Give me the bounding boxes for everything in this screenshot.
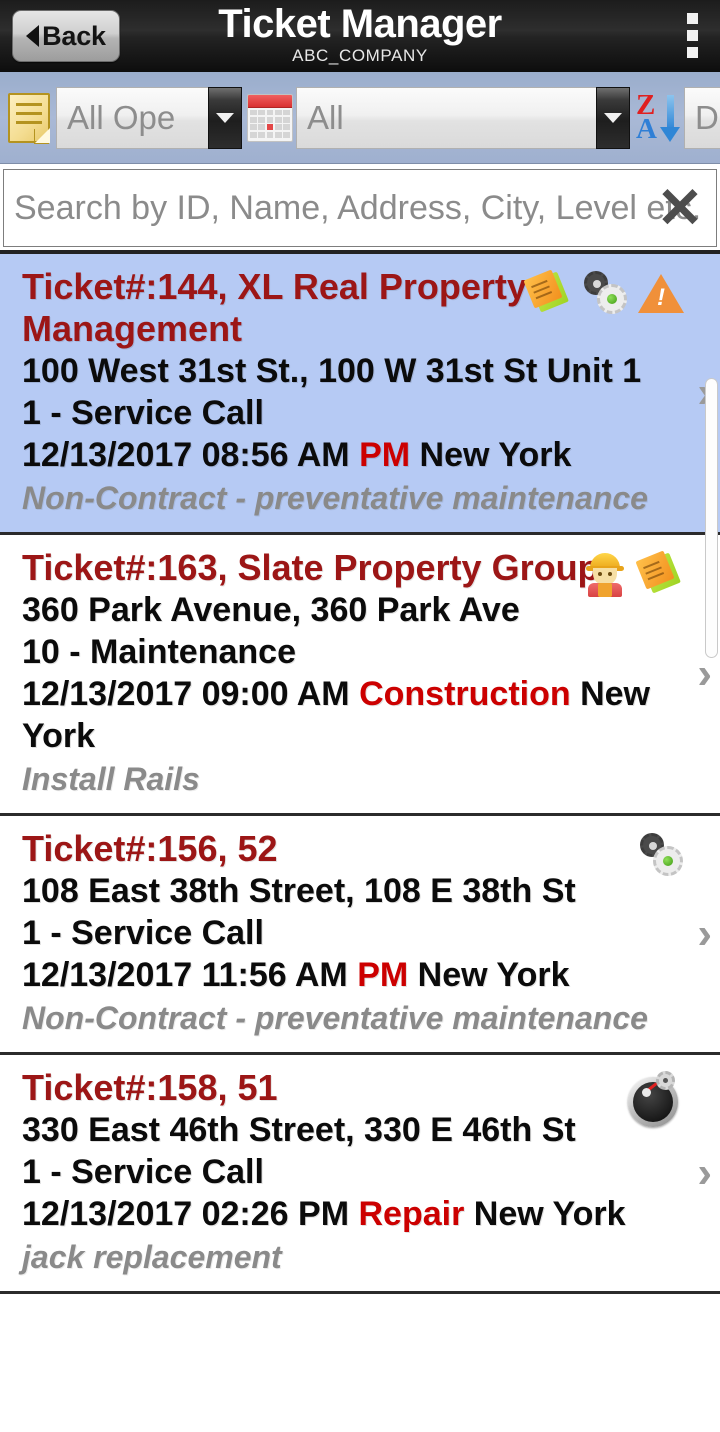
- ticket-city: New York: [417, 956, 570, 994]
- ticket-schedule: 12/13/2017 09:00 AM Construction New Yor…: [22, 673, 660, 757]
- ticket-category: PM: [359, 436, 411, 474]
- table-row[interactable]: Ticket#:156, 52 108 East 38th Street, 10…: [0, 816, 720, 1055]
- date-filter-group: All: [244, 86, 630, 149]
- ticket-note: Non-Contract - preventative maintenance: [22, 480, 648, 516]
- ticket-category: PM: [357, 956, 409, 994]
- menu-dot: [687, 30, 698, 41]
- back-button-label: Back: [42, 20, 106, 51]
- status-filter-group: All Ope: [4, 86, 242, 149]
- calendar-icon: [244, 87, 296, 149]
- ticket-note: Non-Contract - preventative maintenance: [22, 1000, 648, 1036]
- ticket-title: Ticket#:158, 51: [22, 1067, 278, 1108]
- warning-icon[interactable]: !: [638, 270, 684, 316]
- ticket-city: New York: [419, 436, 572, 474]
- table-row[interactable]: Ticket#:163, Slate Property Group 360 Pa…: [0, 535, 720, 816]
- ticket-type: 1 - Service Call: [22, 394, 264, 432]
- chevron-right-icon[interactable]: ›: [697, 652, 712, 696]
- ticket-type: 1 - Service Call: [22, 914, 264, 952]
- search-input[interactable]: [4, 188, 716, 228]
- ticket-note: jack replacement: [22, 1239, 282, 1275]
- date-filter-dropdown[interactable]: All: [296, 86, 596, 149]
- worker-icon[interactable]: [582, 551, 628, 597]
- ticket-category: Repair: [358, 1195, 465, 1233]
- ticket-address: 100 West 31st St., 100 W 31st St Unit 1: [22, 352, 642, 390]
- ticket-title: Ticket#:163, Slate Property Group: [22, 547, 600, 588]
- title-bar: Back Ticket Manager ABC_COMPANY: [0, 0, 720, 72]
- ticket-status-icons: [582, 550, 684, 597]
- more-vertical-icon[interactable]: [687, 13, 698, 58]
- gears-icon[interactable]: [582, 270, 628, 316]
- ticket-address: 108 East 38th Street, 108 E 38th St: [22, 872, 576, 910]
- ticket-list: Ticket#:144, XL Real Property Management…: [0, 254, 720, 1294]
- back-arrow-icon: [26, 25, 40, 47]
- chevron-right-icon[interactable]: ›: [697, 912, 712, 956]
- sort-za-icon: Z A: [632, 87, 684, 149]
- search-bar: ✕: [3, 169, 717, 247]
- ticket-schedule: 12/13/2017 11:56 AM PM New York: [22, 954, 660, 996]
- table-row[interactable]: Ticket#:158, 51 330 East 46th Street, 33…: [0, 1055, 720, 1294]
- ticket-status-icons: !: [523, 269, 684, 316]
- ticket-city: New York: [473, 1195, 626, 1233]
- ticket-status-icons: [626, 1071, 684, 1129]
- chevron-right-icon[interactable]: ›: [697, 1151, 712, 1195]
- note-icon[interactable]: [523, 269, 572, 316]
- clear-search-icon[interactable]: ✕: [654, 180, 706, 236]
- menu-dot: [687, 13, 698, 24]
- ticket-datetime: 12/13/2017 11:56 AM: [22, 956, 348, 994]
- ticket-datetime: 12/13/2017 02:26 PM: [22, 1195, 350, 1233]
- menu-dot: [687, 47, 698, 58]
- ticket-address: 330 East 46th Street, 330 E 46th St: [22, 1111, 576, 1149]
- table-row[interactable]: Ticket#:144, XL Real Property Management…: [0, 254, 720, 535]
- ticket-type: 1 - Service Call: [22, 1153, 264, 1191]
- note-icon[interactable]: [635, 550, 684, 597]
- sort-filter-dropdown[interactable]: Date: [684, 86, 720, 149]
- sort-filter-group: Z A Date: [632, 86, 720, 149]
- document-icon: [4, 87, 56, 149]
- status-filter-dropdown[interactable]: All Ope: [56, 86, 208, 149]
- status-filter-caret[interactable]: [208, 86, 242, 149]
- date-filter-caret[interactable]: [596, 86, 630, 149]
- ticket-type: 10 - Maintenance: [22, 633, 296, 671]
- ticket-category: Construction: [359, 675, 571, 713]
- date-filter-value: All: [307, 98, 344, 136]
- back-button[interactable]: Back: [12, 10, 120, 62]
- gears-icon[interactable]: [638, 832, 684, 878]
- ticket-note: Install Rails: [22, 761, 200, 797]
- sort-filter-value: Date: [695, 98, 720, 136]
- ticket-address: 360 Park Avenue, 360 Park Ave: [22, 591, 520, 629]
- ticket-datetime: 12/13/2017 09:00 AM: [22, 675, 350, 713]
- ticket-manager-screen: Back Ticket Manager ABC_COMPANY All Ope: [0, 0, 720, 1432]
- gauge-icon[interactable]: [626, 1071, 684, 1129]
- chevron-down-icon: [216, 112, 234, 123]
- chevron-down-icon: [604, 112, 622, 123]
- ticket-status-icons: [638, 832, 684, 878]
- ticket-schedule: 12/13/2017 02:26 PM Repair New York: [22, 1193, 660, 1235]
- ticket-datetime: 12/13/2017 08:56 AM: [22, 436, 350, 474]
- status-filter-value: All Ope: [67, 98, 176, 136]
- ticket-schedule: 12/13/2017 08:56 AM PM New York: [22, 434, 660, 476]
- vertical-scrollbar[interactable]: [705, 378, 718, 658]
- filter-toolbar: All Ope All Z A D: [0, 72, 720, 164]
- ticket-title: Ticket#:156, 52: [22, 828, 278, 869]
